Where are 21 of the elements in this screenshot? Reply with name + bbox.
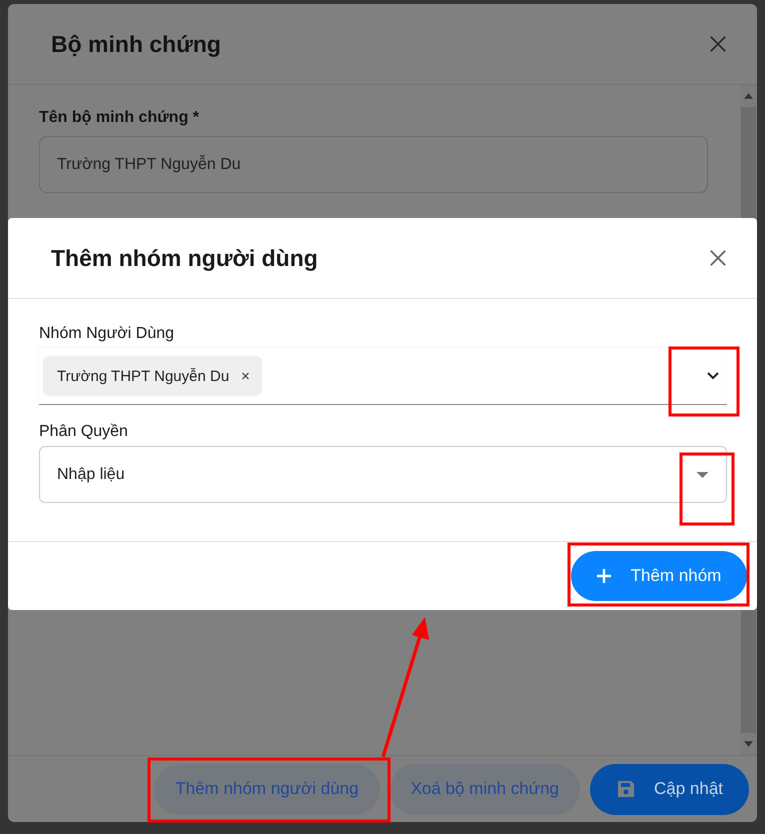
input-field[interactable]: Trường THPT Nguyễn Du [39,136,708,193]
select-field[interactable]: Trường THPT Nguyễn Du × [39,348,727,405]
remove-chip-button[interactable]: × [241,368,250,384]
save-icon [616,779,636,799]
field-label: Nhóm Người Dùng [39,325,176,343]
plus-icon [596,569,611,583]
field-label: Phân Quyền [39,423,129,441]
dialog-title: Thêm nhóm người dùng [51,244,318,272]
add-group-button[interactable]: Thêm nhóm [571,551,747,601]
select-field[interactable]: Nhập liệu [39,446,727,503]
close-icon[interactable] [709,249,727,267]
dialog-title: Bộ minh chứng [51,30,221,58]
footer-button[interactable]: Cập nhật [590,764,749,814]
scroll-down-icon[interactable] [744,741,753,747]
field-label: Tên bộ minh chứng * [39,109,200,127]
chevron-down-icon[interactable] [707,372,719,380]
chip-label: Trường THPT Nguyễn Du [57,368,230,384]
caret-down-icon[interactable] [696,472,709,478]
select-value: Nhập liệu [57,466,125,484]
scroll-up-icon[interactable] [744,93,753,99]
close-icon[interactable] [709,35,727,53]
